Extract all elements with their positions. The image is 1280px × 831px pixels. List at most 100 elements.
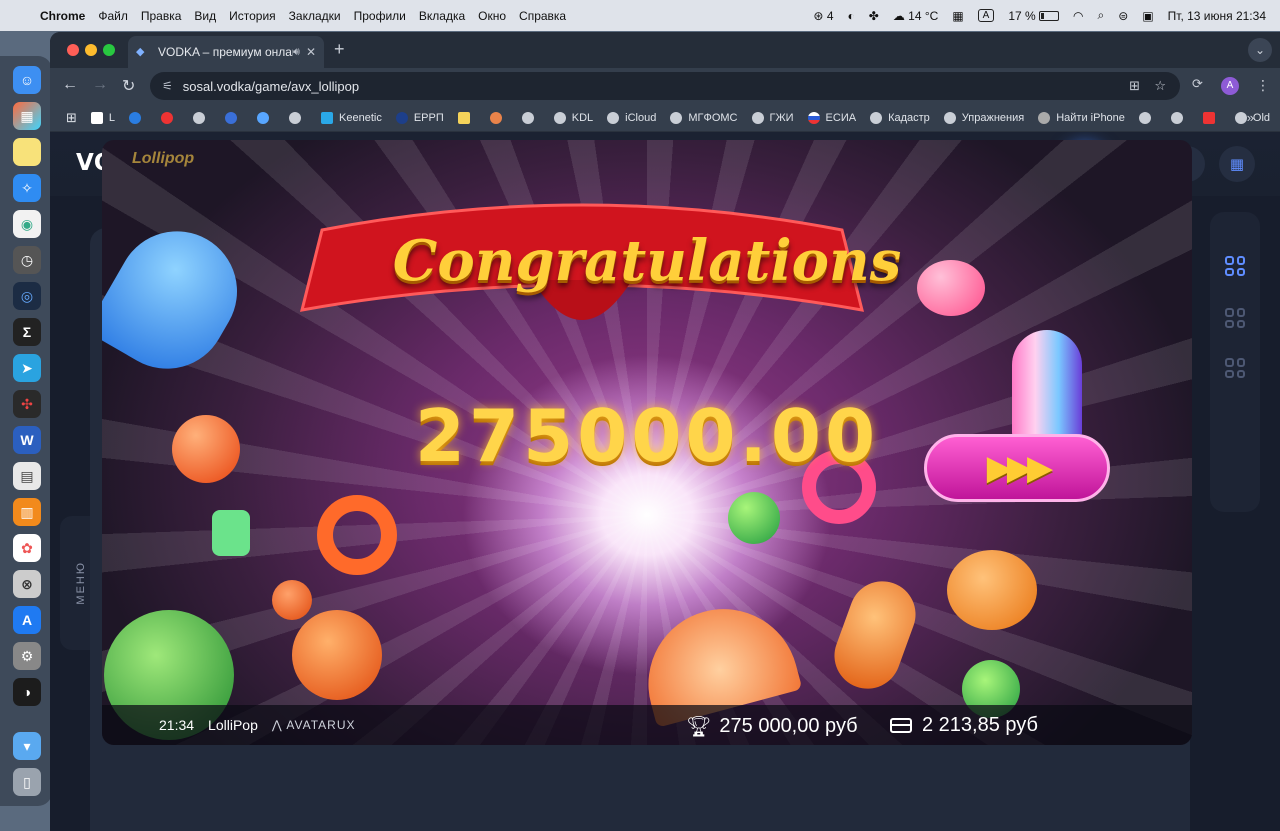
spotlight-icon[interactable]: ⌕ [1098, 8, 1105, 23]
site-info-icon[interactable]: ⚟ [162, 79, 173, 93]
control-center-icon[interactable]: ⊜ [1118, 9, 1128, 23]
sensor-icon[interactable]: ✤ [869, 9, 879, 23]
new-tab-button[interactable]: + [334, 39, 345, 60]
bookmark-star-icon[interactable]: ☆ [1154, 78, 1166, 94]
keyboard-icon[interactable]: ▦ [952, 9, 963, 23]
system-settings-icon[interactable]: ⚙ [13, 642, 41, 670]
bookmark-7[interactable] [289, 111, 307, 124]
bookmark-21[interactable] [1170, 111, 1189, 124]
menu-edit[interactable]: Правка [141, 9, 182, 23]
downloads-folder-icon[interactable]: ▾ [13, 732, 41, 760]
bookmark-2[interactable] [129, 111, 147, 124]
menu-history[interactable]: История [229, 9, 276, 23]
bookmark-4[interactable] [193, 111, 211, 124]
bookmark-gzhi[interactable]: ГЖИ [751, 111, 794, 124]
fast-forward-button[interactable]: ▶▶▶ [924, 434, 1110, 502]
audio-app-icon[interactable]: ✣ [13, 390, 41, 418]
install-app-icon[interactable]: ⊞ [1129, 78, 1140, 94]
moon-app-icon[interactable]: ◑ [13, 678, 41, 706]
fps-app-icon[interactable]: ◷ [13, 246, 41, 274]
menu-app-name[interactable]: Chrome [40, 9, 85, 23]
disk-utility-icon[interactable]: ⊗ [13, 570, 41, 598]
bookmark-favicon [161, 111, 174, 124]
apps-grid-button[interactable]: ▦ [1219, 146, 1255, 182]
menu-extra-icon[interactable]: ▣ [1142, 9, 1153, 23]
tab-close-icon[interactable]: ✕ [306, 45, 316, 59]
bookmark-3[interactable] [161, 111, 179, 124]
bookmark-label: МГФОМС [688, 111, 738, 124]
menubar-clock[interactable]: Пт, 13 июня 21:34 [1168, 9, 1266, 23]
profile-avatar[interactable]: A [1221, 77, 1239, 95]
chrome-icon[interactable]: ◉ [13, 210, 41, 238]
browser-menu-icon[interactable]: ⋮ [1256, 77, 1270, 94]
books-icon[interactable]: ▥ [13, 498, 41, 526]
url-text[interactable]: sosal.vodka/game/avx_lollipop [183, 79, 359, 94]
tab-active[interactable]: ◆ VODKA – премиум онлай 🔊︎ ✕ [128, 36, 324, 68]
view-grid-icon[interactable] [1225, 256, 1245, 276]
orange-gum-decoration [947, 550, 1037, 630]
finder-icon[interactable]: ☺ [13, 66, 41, 94]
terminal-app-icon[interactable]: Σ [13, 318, 41, 346]
word-icon[interactable]: W [13, 426, 41, 454]
bookmark-kdl[interactable]: KDL [553, 111, 593, 124]
forward-button[interactable]: → [92, 76, 108, 94]
wifi-icon[interactable]: ◠ [1073, 9, 1083, 23]
bookmark-keenetic[interactable]: Keenetic [321, 111, 382, 124]
bookmark-5[interactable] [225, 111, 243, 124]
tab-favicon-icon: ◆ [136, 46, 145, 58]
extension-icon[interactable]: ⟳ [1192, 76, 1203, 92]
bookmark-l[interactable]: L [90, 111, 115, 124]
battery-status[interactable]: 17 % [1008, 9, 1060, 23]
trash-icon[interactable]: ▯ [13, 768, 41, 796]
notes-icon[interactable] [13, 138, 41, 166]
tab-audio-icon[interactable]: 🔊︎ [293, 46, 300, 59]
telegram-icon[interactable]: ➤ [13, 354, 41, 382]
bookmark-20[interactable] [1138, 111, 1157, 124]
app-store-icon[interactable]: A [13, 606, 41, 634]
view-grid-2-icon[interactable] [1225, 308, 1245, 328]
bookmark-errp[interactable]: ЕРРП [395, 111, 444, 124]
back-button[interactable]: ← [62, 76, 78, 94]
photos-icon[interactable]: ✿ [13, 534, 41, 562]
hud-win: 🏆︎ 275 000,00 руб [686, 714, 858, 739]
congratulations-title: Congratulations [392, 228, 902, 294]
bookmark-22[interactable] [1202, 111, 1221, 124]
menu-help[interactable]: Справка [519, 9, 566, 23]
address-bar[interactable]: ⚟ sosal.vodka/game/avx_lollipop ⊞ ☆ [150, 72, 1180, 100]
status-notifications[interactable]: ⊛ 4 [813, 9, 833, 23]
menu-bookmarks[interactable]: Закладки [289, 9, 341, 23]
bookmark-esia[interactable]: ЕСИА [807, 111, 856, 124]
input-source[interactable]: A [977, 9, 995, 22]
safari-icon[interactable]: ✧ [13, 174, 41, 202]
bookmark-mgfoms[interactable]: МГФОМС [670, 111, 738, 124]
game-canvas[interactable]: Lollipop Congratulations 275000.00 ▶▶▶ 2… [102, 140, 1192, 745]
bookmark-exercises[interactable]: Упражнения [943, 111, 1025, 124]
reload-button[interactable]: ↻ [122, 76, 135, 96]
bookmark-11[interactable] [521, 111, 540, 124]
close-window-button[interactable] [67, 44, 79, 56]
printer-icon[interactable]: ▤ [13, 462, 41, 490]
menu-tab[interactable]: Вкладка [419, 9, 465, 23]
bookmarks-overflow-icon[interactable]: » [1247, 110, 1254, 125]
bookmark-icloud[interactable]: iCloud [607, 111, 656, 124]
macos-menubar: Chrome Файл Правка Вид История Закладки … [0, 0, 1280, 31]
bookmark-label: Упражнения [961, 111, 1025, 124]
apps-grid-icon[interactable]: ⊞ [66, 110, 77, 126]
menu-window[interactable]: Окно [478, 9, 506, 23]
bookmark-find-iphone[interactable]: Найти iPhone [1038, 111, 1125, 124]
camera-app-icon[interactable]: ◎ [13, 282, 41, 310]
bookmark-6[interactable] [257, 111, 275, 124]
launchpad-icon[interactable]: ▦ [13, 102, 41, 130]
bookmark-9[interactable] [457, 111, 476, 124]
minimize-window-button[interactable] [85, 44, 97, 56]
view-grid-3-icon[interactable] [1225, 358, 1245, 378]
zoom-window-button[interactable] [103, 44, 115, 56]
menu-file[interactable]: Файл [98, 9, 128, 23]
contrast-icon[interactable]: ◐ [848, 9, 855, 23]
menu-view[interactable]: Вид [194, 9, 216, 23]
bookmark-10[interactable] [489, 111, 508, 124]
menu-profiles[interactable]: Профили [354, 9, 406, 23]
bookmark-kadastr[interactable]: Кадастр [870, 111, 930, 124]
weather-status[interactable]: ☁ 14 °C [893, 9, 939, 23]
tab-search-button[interactable]: ⌄ [1248, 38, 1272, 62]
